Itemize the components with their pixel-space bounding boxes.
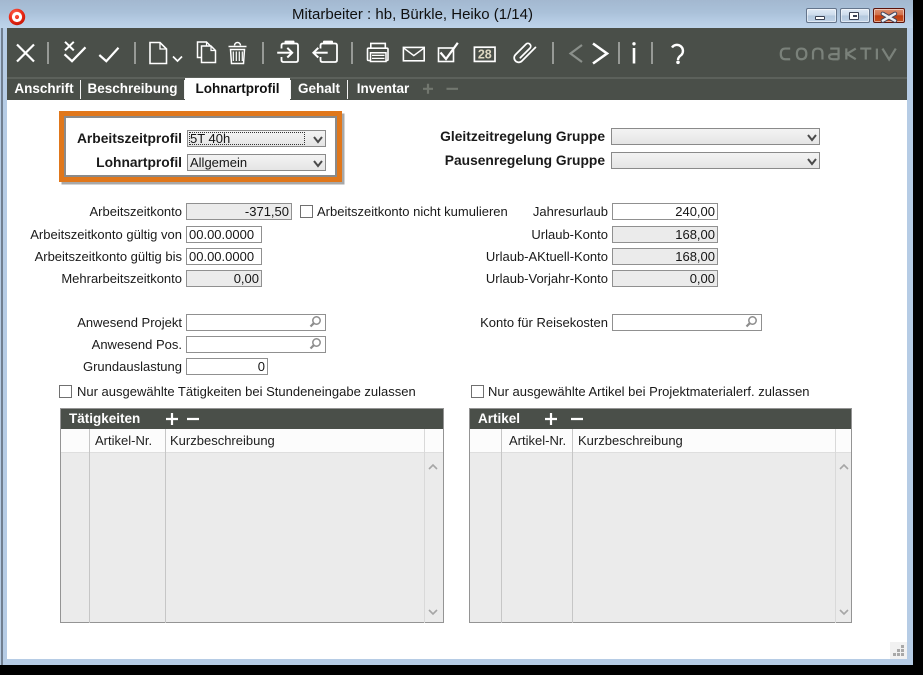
svg-text:28: 28 xyxy=(478,48,492,62)
